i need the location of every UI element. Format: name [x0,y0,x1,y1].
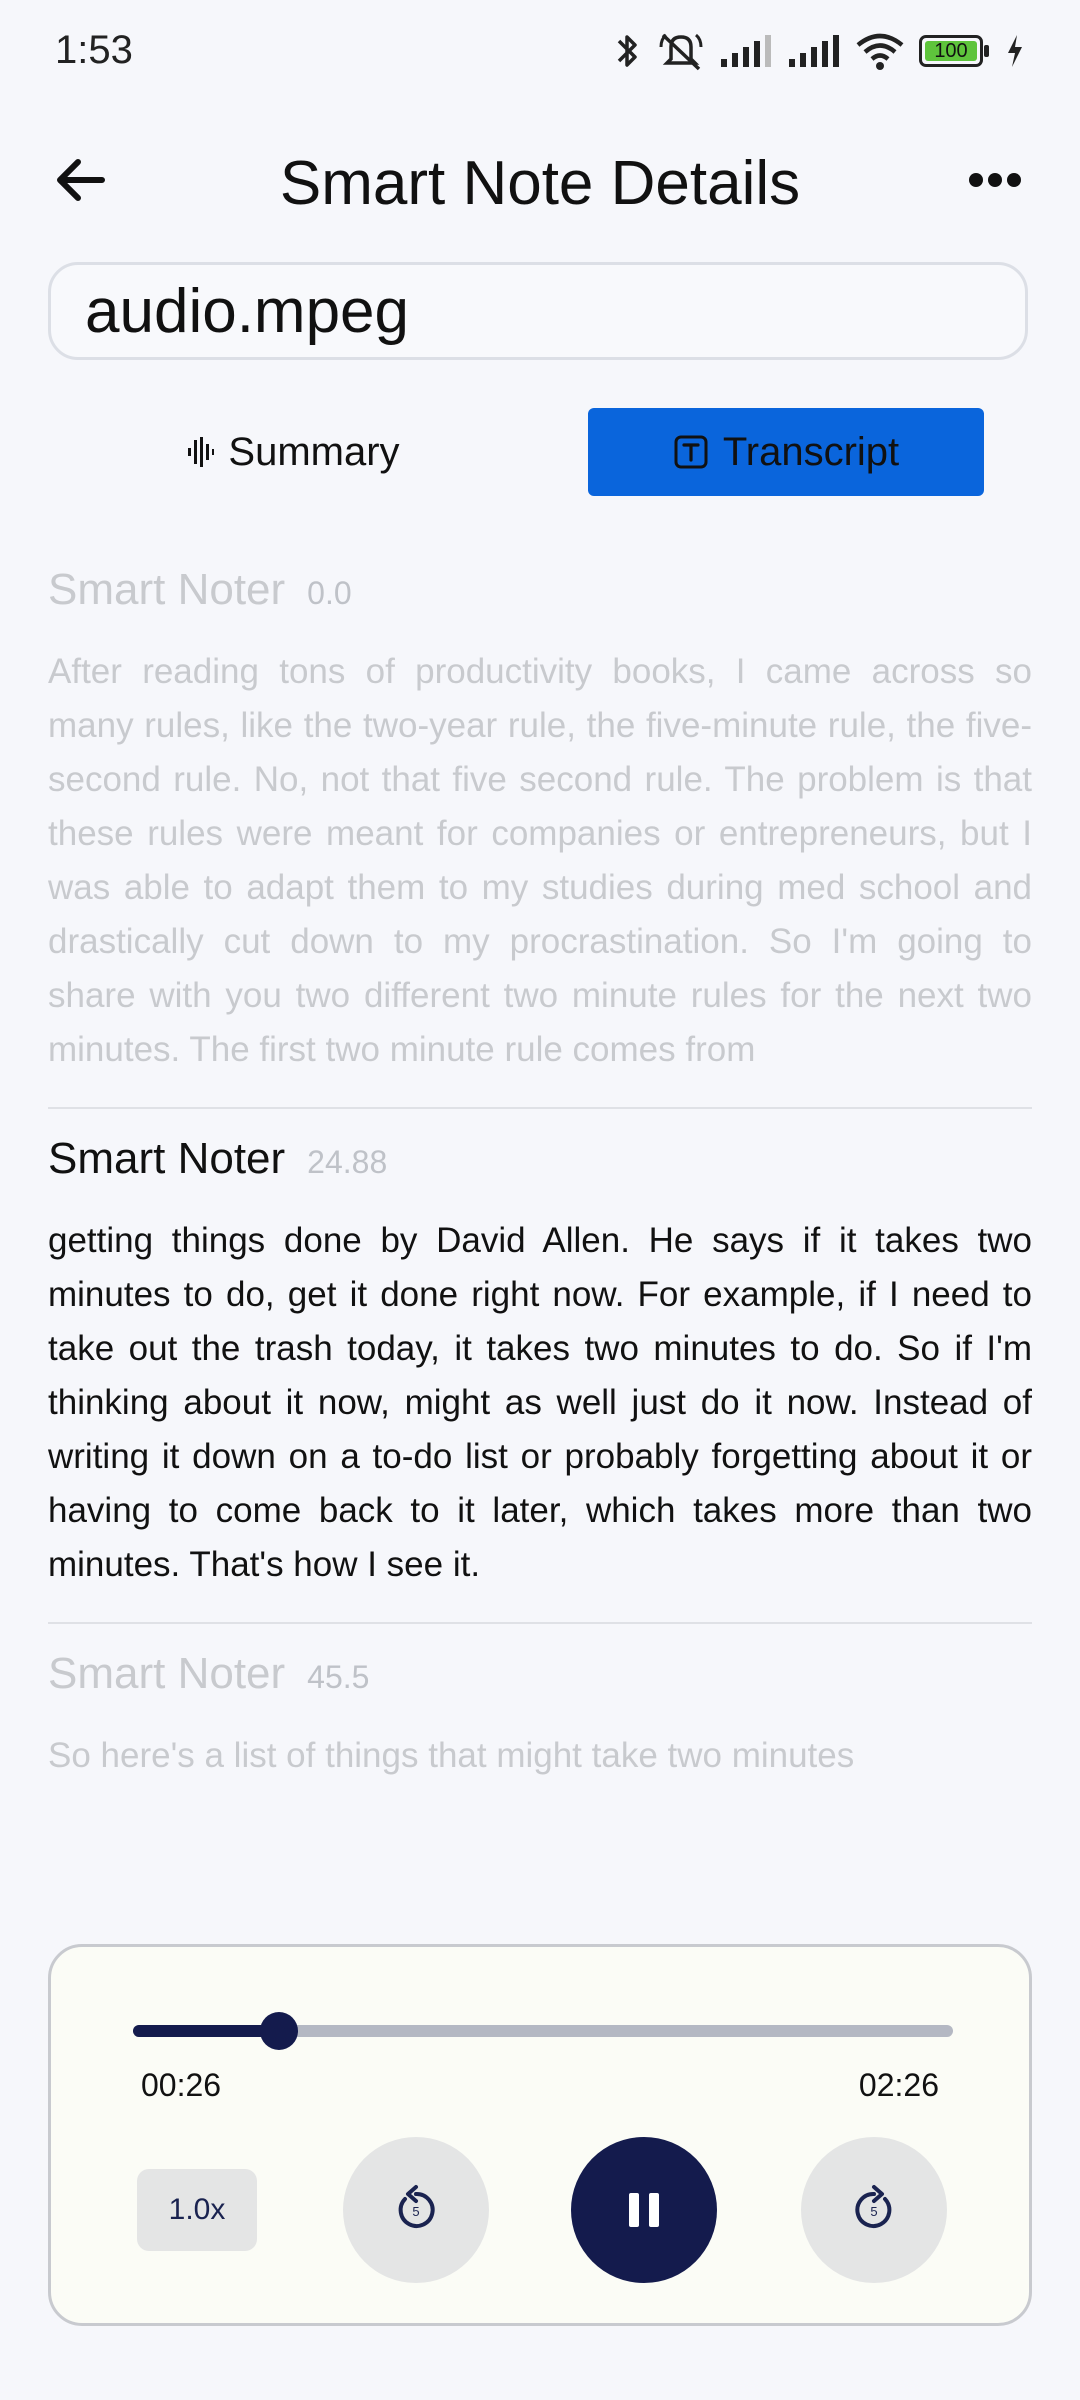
forward-seconds: 5 [870,2204,877,2219]
transcript-segment[interactable]: Smart Noter 24.88 getting things done by… [48,1109,1032,1624]
segment-text: After reading tons of productivity books… [48,652,1032,1069]
battery-level: 100 [925,40,977,62]
transcript-list[interactable]: Smart Noter 0.0 After reading tons of pr… [48,540,1032,1870]
signal-icon [789,35,839,67]
tab-summary[interactable]: Summary [48,408,538,496]
current-time: 00:26 [141,2067,222,2103]
segment-speaker: Smart Noter [48,1649,286,1698]
waveform-icon [188,437,215,467]
signal-icon [721,35,771,67]
segment-header: Smart Noter 24.88 [48,1134,1032,1184]
tab-bar: Summary Transcript [48,408,1028,496]
playback-speed-button[interactable]: 1.0x [137,2169,257,2251]
more-dots-icon [969,173,1021,187]
file-name-field[interactable]: audio.mpeg [48,262,1028,360]
progress-fill [133,2025,279,2037]
segment-header: Smart Noter 0.0 [48,565,1032,615]
rewind-button[interactable]: 5 [343,2137,489,2283]
rewind-5-icon: 5 [398,2185,435,2228]
more-button[interactable] [960,160,1030,200]
pause-icon [629,2193,659,2227]
header: Smart Note Details [0,120,1080,240]
forward-5-icon: 5 [855,2185,892,2228]
tab-transcript-label: Transcript [722,429,900,474]
text-box-icon [674,435,708,469]
segment-header: Smart Noter 45.5 [48,1649,1032,1699]
forward-button[interactable]: 5 [801,2137,947,2283]
transcript-segment[interactable]: Smart Noter 45.5 So here's a list of thi… [48,1624,1032,1813]
muted-bell-icon [659,33,703,71]
audio-player: 00:26 02:26 1.0x 5 5 [48,1944,1032,2326]
pause-button[interactable] [571,2137,717,2283]
transcript-segment[interactable]: Smart Noter 0.0 After reading tons of pr… [48,540,1032,1109]
status-icons: 100 [613,26,1025,76]
segment-timestamp: 45.5 [307,1659,370,1695]
tab-summary-label: Summary [228,429,400,474]
segment-speaker: Smart Noter [48,565,286,614]
page-title: Smart Note Details [279,149,801,218]
segment-timestamp: 0.0 [307,575,352,611]
file-name: audio.mpeg [85,276,410,346]
battery-icon: 100 [919,35,991,67]
bluetooth-icon [617,35,637,67]
wifi-icon [856,33,904,70]
segment-text: getting things done by David Allen. He s… [48,1221,1032,1584]
progress-slider[interactable] [133,2012,953,2050]
total-time: 02:26 [858,2067,939,2103]
status-bar: 1:53 100 [0,0,1080,100]
rewind-seconds: 5 [412,2204,419,2219]
status-time: 1:53 [55,28,133,72]
segment-timestamp: 24.88 [307,1144,388,1180]
tab-transcript[interactable]: Transcript [588,408,984,496]
charging-icon [1008,35,1022,67]
segment-speaker: Smart Noter [48,1134,286,1183]
progress-thumb[interactable] [259,2012,298,2050]
segment-text: So here's a list of things that might ta… [48,1736,855,1775]
